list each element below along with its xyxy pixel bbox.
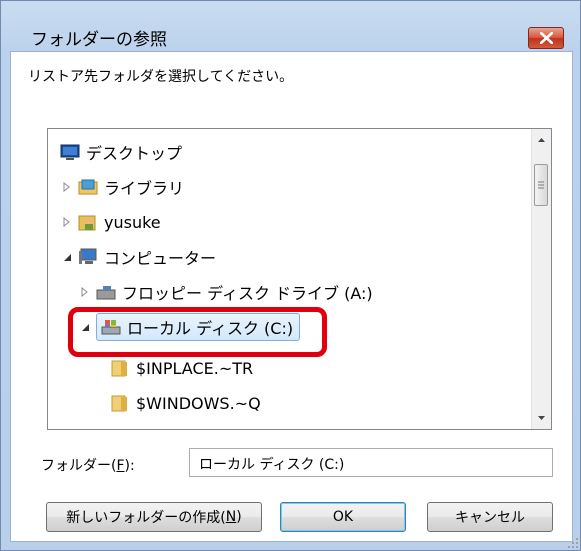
tree-item-label: $INPLACE.~TR bbox=[136, 358, 254, 378]
desktop-icon bbox=[60, 143, 80, 161]
tree-item-label: フロッピー ディスク ドライブ (A:) bbox=[122, 284, 373, 303]
folder-tree[interactable]: デスクトップ ライブラリ yusuke コンピューター フロッピー ディスク ド… bbox=[47, 128, 552, 430]
expand-arrow-icon[interactable] bbox=[60, 182, 74, 192]
tree-item-label: ライブラリ bbox=[104, 179, 185, 198]
expand-arrow-icon[interactable] bbox=[60, 217, 74, 227]
folder-icon bbox=[110, 394, 130, 412]
tree-item-user[interactable]: yusuke bbox=[60, 207, 161, 237]
scroll-down-arrow-icon[interactable] bbox=[532, 409, 551, 427]
ok-button[interactable]: OK bbox=[280, 502, 406, 532]
tree-item-floppy[interactable]: フロッピー ディスク ドライブ (A:) bbox=[78, 277, 373, 307]
tree-item-label: $WINDOWS.~Q bbox=[136, 393, 261, 413]
user-folder-icon bbox=[78, 213, 98, 231]
tree-item-folder-inplace[interactable]: $INPLACE.~TR bbox=[110, 353, 253, 383]
annotation-highlight bbox=[68, 307, 327, 357]
tree-item-computer[interactable]: コンピューター bbox=[60, 242, 216, 272]
computer-icon bbox=[78, 248, 98, 266]
dialog-title: フォルダーの参照 bbox=[31, 30, 167, 50]
scroll-up-arrow-icon[interactable] bbox=[532, 131, 551, 149]
tree-item-desktop[interactable]: デスクトップ bbox=[60, 137, 182, 167]
tree-item-library[interactable]: ライブラリ bbox=[60, 172, 184, 202]
close-button[interactable] bbox=[528, 27, 564, 49]
folder-name-input[interactable]: ローカル ディスク (C:) bbox=[189, 448, 553, 477]
tree-item-label: yusuke bbox=[104, 212, 161, 232]
folder-icon bbox=[110, 359, 130, 377]
resize-grip-icon[interactable] bbox=[567, 537, 579, 549]
close-icon bbox=[540, 32, 553, 44]
vertical-scrollbar[interactable] bbox=[531, 129, 551, 429]
tree-item-folder-windows[interactable]: $WINDOWS.~Q bbox=[110, 388, 261, 418]
new-folder-button[interactable]: 新しいフォルダーの作成(N) bbox=[46, 502, 262, 532]
cancel-button[interactable]: キャンセル bbox=[427, 502, 553, 532]
folder-field-label: フォルダー(F): bbox=[41, 458, 135, 474]
tree-item-label: コンピューター bbox=[104, 249, 217, 268]
scrollbar-thumb[interactable] bbox=[534, 164, 548, 206]
instruction-text: リストア先フォルダを選択してください。 bbox=[28, 69, 294, 85]
collapse-arrow-icon[interactable] bbox=[60, 253, 74, 262]
tree-item-label: デスクトップ bbox=[86, 144, 183, 163]
expand-arrow-icon[interactable] bbox=[78, 287, 92, 297]
library-icon bbox=[78, 178, 98, 196]
title-bar[interactable]: フォルダーの参照 bbox=[1, 1, 580, 51]
floppy-drive-icon bbox=[96, 283, 116, 301]
